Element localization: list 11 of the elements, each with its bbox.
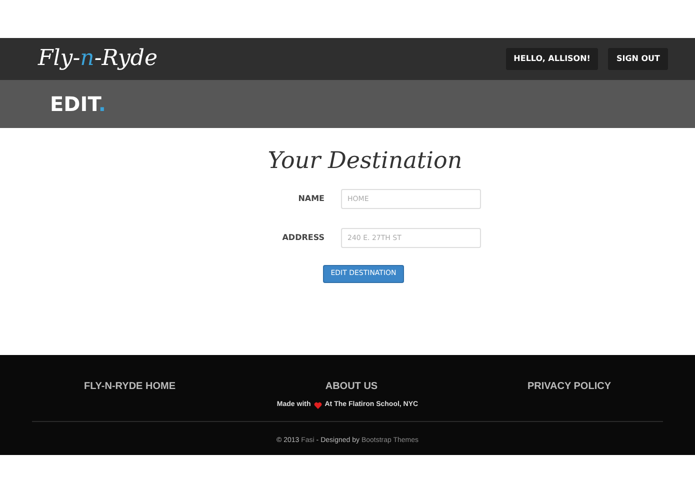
footer-link[interactable]: ABOUT US	[325, 379, 378, 394]
footer-link[interactable]: PRIVACY POLICY	[527, 379, 611, 394]
nav-button[interactable]: HELLO, ALLISON!	[506, 48, 598, 70]
page-title: EDIT.	[50, 91, 106, 118]
form-heading: Your Destination	[268, 147, 462, 176]
nav-button[interactable]: SIGN OUT	[608, 48, 668, 70]
field-label: NAME	[297, 192, 324, 204]
field-label: ADDRESS	[281, 232, 324, 244]
heart-icon	[314, 402, 322, 409]
footer-link[interactable]: FLY-N-RYDE HOME	[84, 379, 176, 394]
logo[interactable]: Fly-n-Ryde	[38, 48, 158, 70]
